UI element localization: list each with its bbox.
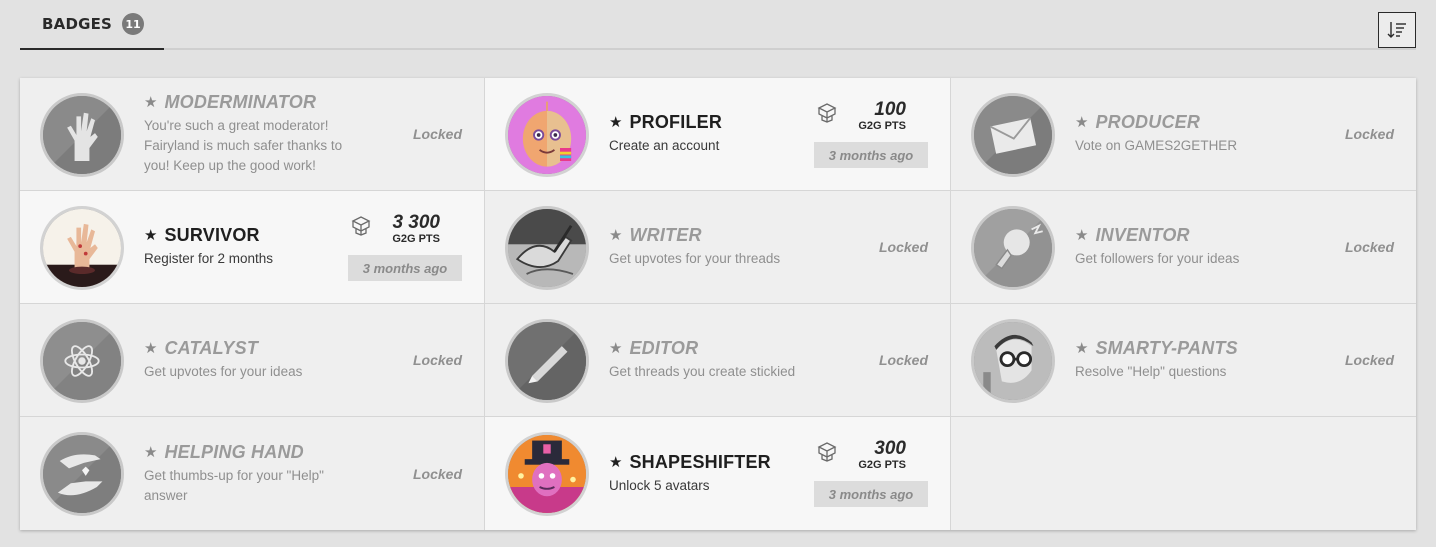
pencil-icon: [505, 319, 589, 403]
badge-description: Get thumbs-up for your "Help" answer: [144, 467, 324, 503]
badge-title: PRODUCER: [1095, 112, 1201, 132]
badge-card-moderminator[interactable]: ★ MODERMINATOR You're such a great moder…: [20, 78, 485, 191]
star-icon: ★: [1075, 339, 1089, 357]
sort-button[interactable]: [1378, 12, 1416, 48]
points-unit: G2G PTS: [858, 459, 906, 471]
badge-description: Create an account: [609, 138, 720, 153]
badge-title: CATALYST: [164, 338, 259, 358]
zombie-hand-icon: [40, 206, 124, 290]
star-icon: ★: [144, 442, 158, 461]
badge-info: ★ INVENTOR Get followers for your ideas: [1075, 191, 1276, 303]
locked-status: Locked: [1344, 126, 1394, 142]
locked-status: Locked: [878, 239, 928, 255]
star-icon: ★: [1075, 113, 1089, 131]
locked-status: Locked: [412, 352, 462, 368]
sort-descending-icon: [1387, 22, 1406, 38]
glasses-man-icon: [971, 319, 1055, 403]
g2g-points-icon: [351, 216, 371, 236]
lightbulb-icon: [971, 206, 1055, 290]
envelope-icon: [971, 93, 1055, 177]
badge-info: ★ SMARTY-PANTS Resolve "Help" questions: [1075, 304, 1276, 416]
magician-avatar-icon: [505, 432, 589, 516]
star-icon: ★: [609, 339, 623, 357]
g2g-points-icon: [817, 442, 837, 462]
star-icon: ★: [609, 226, 623, 244]
badge-card-catalyst[interactable]: ★ CATALYST Get upvotes for your ideas Lo…: [20, 304, 485, 417]
badge-description: You're such a great moderator! Fairyland…: [144, 118, 343, 173]
tab-bar: BADGES 11: [20, 0, 1416, 50]
badge-info: ★ MODERMINATOR You're such a great moder…: [144, 78, 344, 190]
locked-status: Locked: [1344, 239, 1394, 255]
star-icon: ★: [609, 113, 623, 131]
earned-time: 3 months ago: [814, 142, 928, 168]
badge-description: Get upvotes for your ideas: [144, 364, 303, 379]
locked-status: Locked: [1344, 352, 1394, 368]
badge-description: Get followers for your ideas: [1075, 251, 1240, 266]
points-value: 300: [874, 438, 906, 459]
badge-grid: ★ MODERMINATOR You're such a great moder…: [20, 78, 1416, 530]
badge-count: 11: [122, 13, 145, 35]
writing-hand-icon: [505, 206, 589, 290]
badge-card-profiler[interactable]: ★ PROFILER Create an account 100 G2G PTS…: [485, 78, 951, 191]
points-unit: G2G PTS: [858, 120, 906, 132]
badge-title: SHAPESHIFTER: [629, 451, 771, 472]
star-icon: ★: [144, 226, 158, 244]
badge-description: Register for 2 months: [144, 251, 274, 266]
badge-reward: 3 300 G2G PTS 3 months ago: [346, 213, 462, 283]
star-icon: ★: [609, 452, 623, 471]
badge-info: ★ SURVIVOR Register for 2 months: [144, 191, 344, 303]
badge-info: ★ SHAPESHIFTER Unlock 5 avatars: [609, 417, 810, 530]
badge-card-editor[interactable]: ★ EDITOR Get threads you create stickied…: [485, 304, 951, 417]
earned-time: 3 months ago: [348, 255, 462, 281]
badge-title: INVENTOR: [1095, 225, 1190, 245]
star-icon: ★: [144, 93, 158, 111]
zombie-hand-icon: [40, 93, 124, 177]
badge-card-helping-hand[interactable]: ★ HELPING HAND Get thumbs-up for your "H…: [20, 417, 485, 530]
helping-hands-icon: [40, 432, 124, 516]
star-icon: ★: [144, 339, 158, 357]
badge-card-smarty-pants[interactable]: ★ SMARTY-PANTS Resolve "Help" questions …: [951, 304, 1416, 417]
badge-title: PROFILER: [629, 112, 723, 132]
badge-card-producer[interactable]: ★ PRODUCER Vote on GAMES2GETHER Locked: [951, 78, 1416, 191]
badge-description: Unlock 5 avatars: [609, 477, 710, 493]
badge-info: ★ WRITER Get upvotes for your threads: [609, 191, 810, 303]
badge-card-inventor[interactable]: ★ INVENTOR Get followers for your ideas …: [951, 191, 1416, 304]
locked-status: Locked: [878, 352, 928, 368]
empty-cell: [951, 417, 1416, 530]
badge-description: Get upvotes for your threads: [609, 251, 781, 266]
badge-card-writer[interactable]: ★ WRITER Get upvotes for your threads Lo…: [485, 191, 951, 304]
badge-card-survivor[interactable]: ★ SURVIVOR Register for 2 months 3 300 G…: [20, 191, 485, 304]
badge-title: WRITER: [629, 225, 702, 245]
badge-info: ★ PROFILER Create an account: [609, 78, 810, 190]
badge-title: SMARTY-PANTS: [1095, 338, 1238, 358]
tab-badges[interactable]: BADGES 11: [20, 0, 164, 50]
badge-card-shapeshifter[interactable]: ★ SHAPESHIFTER Unlock 5 avatars 300 G2G …: [485, 417, 951, 530]
badge-title: SURVIVOR: [164, 225, 260, 245]
g2g-points-icon: [817, 103, 837, 123]
badge-reward: 300 G2G PTS 3 months ago: [812, 439, 928, 509]
points-value: 100: [874, 99, 906, 120]
badge-info: ★ EDITOR Get threads you create stickied: [609, 304, 810, 416]
badge-info: ★ PRODUCER Vote on GAMES2GETHER: [1075, 78, 1276, 190]
earned-time: 3 months ago: [814, 481, 928, 507]
badge-info: ★ CATALYST Get upvotes for your ideas: [144, 304, 344, 416]
badge-title: HELPING HAND: [164, 441, 304, 462]
tab-badges-label: BADGES: [42, 15, 113, 33]
points-unit: G2G PTS: [392, 233, 440, 245]
badge-description: Get threads you create stickied: [609, 364, 796, 379]
badge-reward: 100 G2G PTS 3 months ago: [812, 100, 928, 170]
points-value: 3 300: [392, 212, 440, 233]
badge-description: Resolve "Help" questions: [1075, 364, 1227, 379]
badge-title: MODERMINATOR: [164, 92, 317, 112]
badge-description: Vote on GAMES2GETHER: [1075, 138, 1238, 153]
baby-avatar-icon: [505, 93, 589, 177]
locked-status: Locked: [412, 126, 462, 142]
locked-status: Locked: [412, 465, 462, 482]
star-icon: ★: [1075, 226, 1089, 244]
badge-info: ★ HELPING HAND Get thumbs-up for your "H…: [144, 417, 344, 530]
atom-icon: [40, 319, 124, 403]
badge-title: EDITOR: [629, 338, 699, 358]
